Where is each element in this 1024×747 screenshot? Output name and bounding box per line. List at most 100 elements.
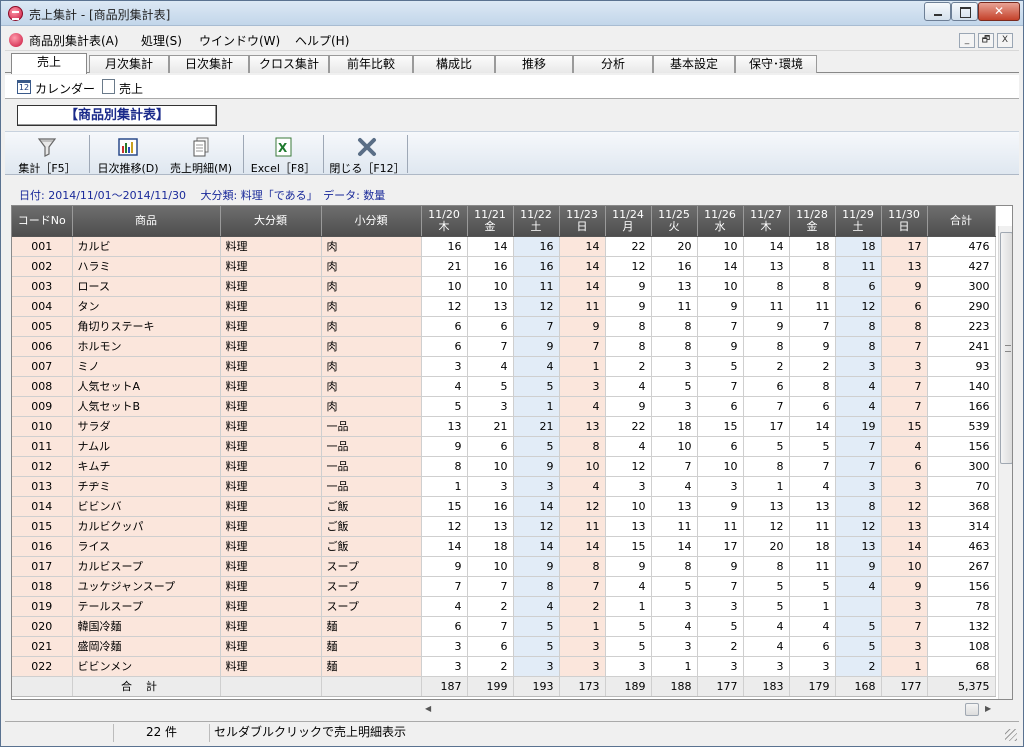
- cell-day-quantity[interactable]: 16: [467, 496, 514, 517]
- cell-day-quantity[interactable]: 15: [697, 416, 744, 437]
- cell-row-total[interactable]: 156: [927, 436, 996, 457]
- table-row[interactable]: 007 ミノ 料理肉 3 4 4 1 2 3 5 2 2 3 3 93: [12, 356, 996, 377]
- cell-major-category[interactable]: 料理: [220, 456, 322, 477]
- cell-day-quantity[interactable]: 7: [743, 396, 790, 417]
- horizontal-scrollbar[interactable]: ◀ ▶: [421, 701, 999, 718]
- cell-day-quantity[interactable]: 9: [513, 336, 560, 357]
- table-row[interactable]: 014 ビビンバ 料理 ご飯 15 16 14 12 10 13 9 13 13 8 12 368: [12, 496, 996, 517]
- cell-day-quantity[interactable]: 3: [605, 656, 652, 677]
- cell-product[interactable]: 角切りステーキ: [72, 316, 221, 337]
- cell-day-quantity[interactable]: 3: [421, 636, 468, 657]
- cell-product[interactable]: サラダ: [72, 416, 221, 437]
- cell-row-total[interactable]: 300: [927, 456, 996, 477]
- cell-day-quantity[interactable]: 6: [467, 316, 514, 337]
- cell-code[interactable]: 006: [12, 336, 73, 357]
- cell-day-quantity[interactable]: 12: [421, 296, 468, 317]
- tab-composition[interactable]: 構成比: [413, 55, 495, 73]
- cell-day-quantity[interactable]: 4: [651, 616, 698, 637]
- cell-row-total[interactable]: 78: [927, 596, 996, 617]
- cell-day-quantity[interactable]: 9: [513, 456, 560, 477]
- cell-day-quantity[interactable]: 12: [743, 516, 790, 537]
- cell-product[interactable]: ハラミ: [72, 256, 221, 277]
- cell-minor-category[interactable]: 麺: [321, 616, 422, 637]
- cell-day-quantity[interactable]: 4: [789, 616, 836, 637]
- cell-product[interactable]: ホルモン: [72, 336, 221, 357]
- cell-code[interactable]: 013: [12, 476, 73, 497]
- cell-day-quantity[interactable]: 6: [881, 296, 928, 317]
- cell-product[interactable]: タン: [72, 296, 221, 317]
- cell-day-quantity[interactable]: 18: [835, 236, 882, 257]
- cell-day-quantity[interactable]: 9: [743, 316, 790, 337]
- cell-day-quantity[interactable]: 3: [651, 396, 698, 417]
- cell-day-quantity[interactable]: 4: [835, 376, 882, 397]
- cell-day-quantity[interactable]: 11: [789, 516, 836, 537]
- cell-row-total[interactable]: 140: [927, 376, 996, 397]
- cell-day-quantity[interactable]: 13: [605, 516, 652, 537]
- cell-day-quantity[interactable]: 16: [421, 236, 468, 257]
- table-row[interactable]: 016 ライス 料理 ご飯 14 18 14 14 15 14 17 20 18 13 14 463: [12, 536, 996, 557]
- cell-day-quantity[interactable]: 9: [605, 276, 652, 297]
- cell-day-quantity[interactable]: 8: [421, 456, 468, 477]
- cell-day-quantity[interactable]: 9: [421, 556, 468, 577]
- cell-day-quantity[interactable]: 6: [881, 456, 928, 477]
- child-window-icon[interactable]: [9, 33, 23, 47]
- cell-day-quantity[interactable]: 11: [651, 516, 698, 537]
- tab-trend[interactable]: 推移: [495, 55, 573, 73]
- scroll-left-arrow[interactable]: ◀: [425, 704, 431, 713]
- cell-day-quantity[interactable]: 3: [559, 656, 606, 677]
- cell-day-quantity[interactable]: 10: [467, 276, 514, 297]
- mdi-restore-button[interactable]: 🗗: [978, 33, 994, 48]
- cell-day-quantity[interactable]: 14: [743, 236, 790, 257]
- cell-day-quantity[interactable]: 13: [743, 256, 790, 277]
- cell-day-quantity[interactable]: 9: [605, 296, 652, 317]
- col-header-code[interactable]: コードNo: [12, 206, 73, 237]
- cell-day-quantity[interactable]: 4: [421, 596, 468, 617]
- cell-day-quantity[interactable]: 3: [421, 356, 468, 377]
- scroll-right-arrow[interactable]: ▶: [985, 704, 991, 713]
- cell-day-quantity[interactable]: 2: [835, 656, 882, 677]
- col-header-major[interactable]: 大分類: [220, 206, 322, 237]
- cell-day-quantity[interactable]: 2: [467, 656, 514, 677]
- cell-day-quantity[interactable]: 5: [467, 376, 514, 397]
- cell-day-quantity[interactable]: 2: [697, 636, 744, 657]
- cell-minor-category[interactable]: 肉: [321, 236, 422, 257]
- cell-day-quantity[interactable]: 12: [513, 296, 560, 317]
- table-row[interactable]: 009 人気セットB 料理肉 5 3 1 4 9 3 6 7 6 4 7 166: [12, 396, 996, 417]
- cell-day-quantity[interactable]: 4: [559, 476, 606, 497]
- tab-sales[interactable]: 売上: [11, 53, 87, 74]
- col-header-day[interactable]: 11/21 金: [467, 206, 514, 237]
- cell-day-quantity[interactable]: 16: [467, 256, 514, 277]
- cell-day-quantity[interactable]: 18: [651, 416, 698, 437]
- cell-minor-category[interactable]: ご飯: [321, 536, 422, 557]
- cell-row-total[interactable]: 166: [927, 396, 996, 417]
- cell-row-total[interactable]: 267: [927, 556, 996, 577]
- cell-day-quantity[interactable]: 16: [513, 236, 560, 257]
- cell-day-quantity[interactable]: 14: [513, 536, 560, 557]
- cell-day-quantity[interactable]: 12: [605, 456, 652, 477]
- cell-day-quantity[interactable]: 11: [789, 556, 836, 577]
- cell-day-quantity[interactable]: 22: [605, 236, 652, 257]
- col-header-total[interactable]: 合計: [927, 206, 996, 237]
- cell-day-quantity[interactable]: 5: [789, 436, 836, 457]
- table-row[interactable]: 021 盛岡冷麺 料理麺 3 6 5 3 5 3 2 4 6 5 3 108: [12, 636, 996, 657]
- cell-day-quantity[interactable]: 7: [881, 396, 928, 417]
- cell-day-quantity[interactable]: 3: [513, 656, 560, 677]
- cell-day-quantity[interactable]: 2: [605, 356, 652, 377]
- cell-day-quantity[interactable]: 1: [605, 596, 652, 617]
- cell-day-quantity[interactable]: 7: [513, 316, 560, 337]
- cell-product[interactable]: ビビンメン: [72, 656, 221, 677]
- cell-day-quantity[interactable]: 6: [467, 636, 514, 657]
- cell-product[interactable]: ユッケジャンスープ: [72, 576, 221, 597]
- cell-day-quantity[interactable]: 7: [467, 336, 514, 357]
- cell-day-quantity[interactable]: 8: [881, 316, 928, 337]
- cell-day-quantity[interactable]: 3: [881, 636, 928, 657]
- cell-minor-category[interactable]: 肉: [321, 256, 422, 277]
- maximize-button[interactable]: [951, 2, 978, 21]
- cell-day-quantity[interactable]: 8: [559, 436, 606, 457]
- col-header-day[interactable]: 11/26 水: [697, 206, 744, 237]
- cell-day-quantity[interactable]: 14: [559, 236, 606, 257]
- cell-major-category[interactable]: 料理: [220, 376, 322, 397]
- cell-row-total[interactable]: 300: [927, 276, 996, 297]
- col-header-day[interactable]: 11/28 金: [789, 206, 836, 237]
- cell-day-quantity[interactable]: 3: [789, 656, 836, 677]
